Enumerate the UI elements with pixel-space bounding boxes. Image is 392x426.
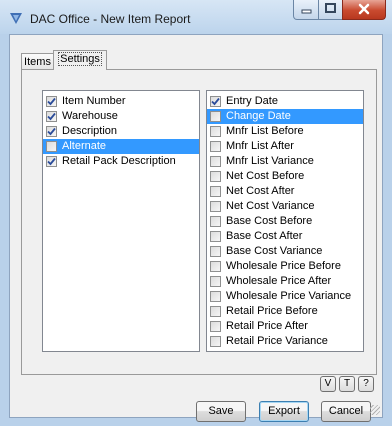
list-item-label: Net Cost Before bbox=[226, 170, 305, 182]
unchecked-checkbox[interactable] bbox=[210, 171, 221, 182]
maximize-button[interactable] bbox=[318, 0, 343, 20]
list-item-label: Retail Price After bbox=[226, 320, 308, 332]
checked-checkbox[interactable] bbox=[46, 96, 57, 107]
cancel-button[interactable]: Cancel bbox=[321, 401, 371, 422]
checked-checkbox[interactable] bbox=[46, 111, 57, 122]
list-item[interactable]: Wholesale Price Variance bbox=[207, 289, 363, 304]
list-item[interactable]: Change Date bbox=[207, 109, 363, 124]
list-item[interactable]: Mnfr List Variance bbox=[207, 154, 363, 169]
list-item-label: Mnfr List Variance bbox=[226, 155, 314, 167]
list-item-label: Item Number bbox=[62, 95, 126, 107]
list-item-label: Warehouse bbox=[62, 110, 118, 122]
list-item-label: Mnfr List After bbox=[226, 140, 294, 152]
list-item-label: Description bbox=[62, 125, 118, 137]
list-item[interactable]: Retail Pack Description bbox=[43, 154, 199, 169]
unchecked-checkbox[interactable] bbox=[210, 186, 221, 197]
tab-settings[interactable]: Settings bbox=[53, 50, 107, 70]
list-item[interactable]: Retail Price Before bbox=[207, 304, 363, 319]
tab-items[interactable]: Items bbox=[21, 53, 54, 70]
base-fields-list[interactable]: Item Number Warehouse Description Alternate… bbox=[42, 90, 200, 352]
export-button[interactable]: Export bbox=[259, 401, 309, 422]
unchecked-checkbox[interactable] bbox=[210, 201, 221, 212]
list-item[interactable]: Entry Date bbox=[207, 94, 363, 109]
unchecked-checkbox[interactable] bbox=[210, 336, 221, 347]
unchecked-checkbox[interactable] bbox=[210, 306, 221, 317]
checkmark-icon bbox=[47, 127, 56, 136]
title-bar[interactable]: DAC Office - New Item Report bbox=[0, 0, 392, 34]
checked-checkbox[interactable] bbox=[46, 126, 57, 137]
list-item-label: Wholesale Price Variance bbox=[226, 290, 352, 302]
list-item-label: Alternate bbox=[62, 140, 107, 152]
list-item[interactable]: Mnfr List Before bbox=[207, 124, 363, 139]
list-item-label: Base Cost After bbox=[226, 230, 303, 242]
help-button[interactable]: ? bbox=[358, 376, 374, 392]
list-item[interactable]: Net Cost After bbox=[207, 184, 363, 199]
unchecked-checkbox[interactable] bbox=[210, 231, 221, 242]
list-item[interactable]: Wholesale Price Before bbox=[207, 259, 363, 274]
list-item[interactable]: Base Cost After bbox=[207, 229, 363, 244]
minimize-button[interactable] bbox=[293, 0, 319, 20]
unchecked-checkbox[interactable] bbox=[46, 141, 57, 152]
unchecked-checkbox[interactable] bbox=[210, 111, 221, 122]
checkmark-icon bbox=[211, 97, 220, 106]
unchecked-checkbox[interactable] bbox=[210, 156, 221, 167]
list-item-label: Change Date bbox=[226, 110, 291, 122]
list-item-label: Retail Price Before bbox=[226, 305, 318, 317]
unchecked-checkbox[interactable] bbox=[210, 291, 221, 302]
checkmark-icon bbox=[47, 157, 56, 166]
tab-settings-label: Settings bbox=[58, 52, 102, 66]
list-item-label: Wholesale Price After bbox=[226, 275, 332, 287]
save-button[interactable]: Save bbox=[196, 401, 246, 422]
window-title: DAC Office - New Item Report bbox=[30, 12, 191, 26]
unchecked-checkbox[interactable] bbox=[210, 261, 221, 272]
list-item-label: Base Cost Before bbox=[226, 215, 313, 227]
resize-grip[interactable] bbox=[370, 405, 380, 415]
list-item[interactable]: Wholesale Price After bbox=[207, 274, 363, 289]
settings-panel: Item Number Warehouse Description Alternate… bbox=[21, 69, 377, 375]
list-item[interactable]: Warehouse bbox=[43, 109, 199, 124]
list-item-label: Wholesale Price Before bbox=[226, 260, 341, 272]
list-item[interactable]: Item Number bbox=[43, 94, 199, 109]
t-button[interactable]: T bbox=[339, 376, 355, 392]
dac-logo-icon bbox=[10, 13, 22, 24]
checked-checkbox[interactable] bbox=[46, 156, 57, 167]
unchecked-checkbox[interactable] bbox=[210, 246, 221, 257]
list-item-label: Entry Date bbox=[226, 95, 278, 107]
unchecked-checkbox[interactable] bbox=[210, 321, 221, 332]
list-item-label: Base Cost Variance bbox=[226, 245, 323, 257]
list-item[interactable]: Base Cost Variance bbox=[207, 244, 363, 259]
dialog-body: Items Settings Item Number Warehouse Descr… bbox=[9, 34, 383, 422]
app-window: DAC Office - New Item Report Items Setti… bbox=[0, 0, 392, 426]
list-item[interactable]: Retail Price Variance bbox=[207, 334, 363, 349]
unchecked-checkbox[interactable] bbox=[210, 126, 221, 137]
list-item-label: Net Cost Variance bbox=[226, 200, 315, 212]
list-item[interactable]: Retail Price After bbox=[207, 319, 363, 334]
close-icon bbox=[358, 3, 370, 15]
list-item-label: Retail Pack Description bbox=[62, 155, 176, 167]
v-button[interactable]: V bbox=[320, 376, 336, 392]
list-item[interactable]: Net Cost Before bbox=[207, 169, 363, 184]
list-item[interactable]: Description bbox=[43, 124, 199, 139]
compare-fields-list[interactable]: Entry Date Change Date Mnfr List Before Mnf… bbox=[206, 90, 364, 352]
unchecked-checkbox[interactable] bbox=[210, 141, 221, 152]
checked-checkbox[interactable] bbox=[210, 96, 221, 107]
list-item[interactable]: Mnfr List After bbox=[207, 139, 363, 154]
minimize-icon bbox=[301, 9, 312, 14]
list-item[interactable]: Base Cost Before bbox=[207, 214, 363, 229]
unchecked-checkbox[interactable] bbox=[210, 216, 221, 227]
unchecked-checkbox[interactable] bbox=[210, 276, 221, 287]
list-item[interactable]: Net Cost Variance bbox=[207, 199, 363, 214]
checkmark-icon bbox=[47, 97, 56, 106]
close-button[interactable] bbox=[342, 0, 386, 20]
list-item-label: Mnfr List Before bbox=[226, 125, 304, 137]
list-item-label: Net Cost After bbox=[226, 185, 295, 197]
maximize-icon bbox=[325, 3, 336, 13]
checkmark-icon bbox=[47, 112, 56, 121]
list-item-label: Retail Price Variance bbox=[226, 335, 328, 347]
list-item[interactable]: Alternate bbox=[43, 139, 199, 154]
